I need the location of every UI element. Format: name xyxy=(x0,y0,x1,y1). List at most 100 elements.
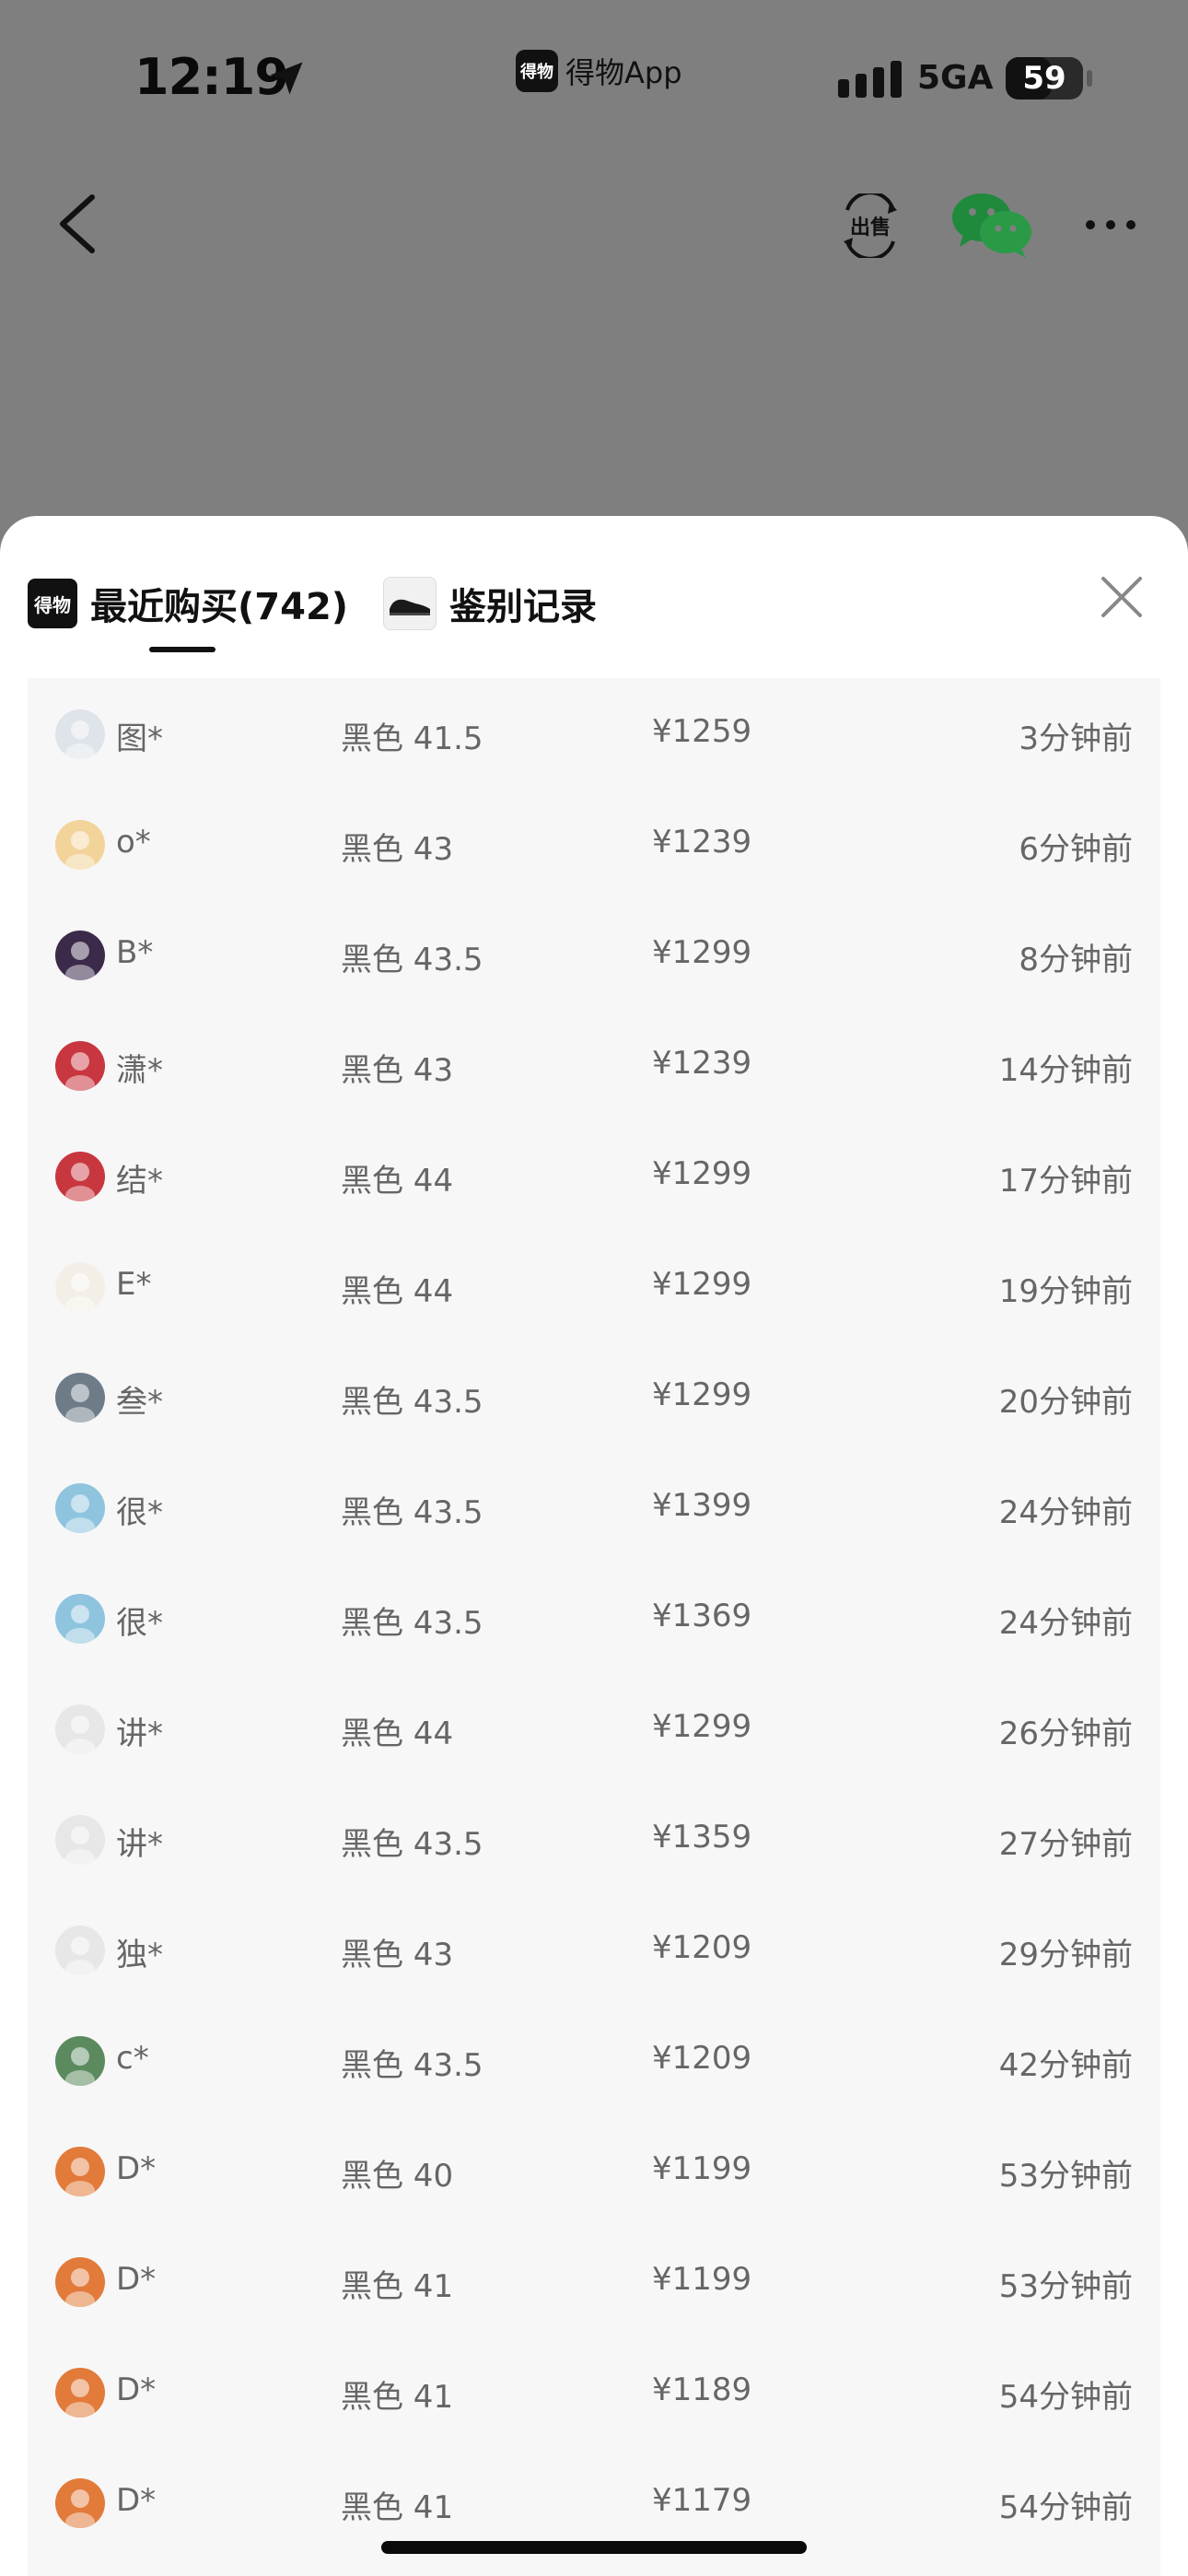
purchase-user: 图* xyxy=(116,720,163,757)
purchase-spec: 黑色 40 xyxy=(341,2158,454,2195)
user-avatar xyxy=(55,1926,105,1975)
sheet-tabs: 得物 最近购买(742) 鉴别记录 xyxy=(0,516,1188,678)
purchase-user: 很* xyxy=(116,1494,163,1531)
user-avatar xyxy=(55,1815,105,1865)
avatar-graphic xyxy=(55,820,105,870)
avatar-graphic xyxy=(55,2368,105,2418)
purchase-price: ¥1299 xyxy=(652,934,752,971)
purchase-price: ¥1199 xyxy=(652,2261,752,2298)
purchase-price: ¥1239 xyxy=(652,824,752,861)
purchase-row: 很* 黑色 43.5 ¥1369 24分钟前 xyxy=(28,1563,1160,1673)
user-avatar xyxy=(55,1373,105,1423)
purchase-time: 27分钟前 xyxy=(998,1826,1133,1863)
recent-purchases-sheet: 得物 最近购买(742) 鉴别记录 图* 黑色 41.5 ¥1259 3分钟前 o* 黑色… xyxy=(0,516,1188,2576)
location-arrow-icon xyxy=(270,62,303,95)
home-indicator[interactable] xyxy=(381,2541,807,2554)
purchase-time: 29分钟前 xyxy=(998,1937,1133,1973)
purchase-time: 54分钟前 xyxy=(998,2379,1133,2416)
purchase-spec: 黑色 41 xyxy=(341,2379,454,2416)
more-icon[interactable] xyxy=(1083,217,1138,232)
user-avatar xyxy=(55,2036,105,2086)
user-avatar xyxy=(55,1483,105,1533)
purchase-row: D* 黑色 40 ¥1199 53分钟前 xyxy=(28,2115,1160,2226)
purchase-user: 结* xyxy=(116,1163,163,1200)
purchase-price: ¥1239 xyxy=(652,1045,752,1082)
purchase-spec: 黑色 44 xyxy=(341,1163,454,1200)
purchase-row: c* 黑色 43.5 ¥1209 42分钟前 xyxy=(28,2005,1160,2115)
purchase-price: ¥1399 xyxy=(652,1487,752,1524)
purchase-user: D* xyxy=(116,2150,157,2187)
user-avatar xyxy=(55,820,105,870)
shoe-thumbnail-icon xyxy=(383,577,437,630)
purchase-user: o* xyxy=(116,824,151,861)
purchase-row: E* 黑色 44 ¥1299 19分钟前 xyxy=(28,1231,1160,1341)
purchase-user: 潇* xyxy=(116,1052,163,1089)
purchase-row: 独* 黑色 43 ¥1209 29分钟前 xyxy=(28,1894,1160,2005)
purchase-row: D* 黑色 41 ¥1199 53分钟前 xyxy=(28,2226,1160,2336)
purchase-price: ¥1299 xyxy=(652,1708,752,1745)
purchase-row: 图* 黑色 41.5 ¥1259 3分钟前 xyxy=(28,678,1160,789)
purchase-time: 3分钟前 xyxy=(1019,720,1133,757)
purchase-spec: 黑色 43.5 xyxy=(341,1826,483,1863)
purchase-time: 19分钟前 xyxy=(998,1273,1133,1310)
purchase-time: 24分钟前 xyxy=(998,1605,1133,1642)
purchase-spec: 黑色 41.5 xyxy=(341,720,483,757)
purchase-time: 53分钟前 xyxy=(998,2158,1133,2195)
avatar-graphic xyxy=(55,2478,105,2528)
sell-icon[interactable]: 出售 xyxy=(838,191,903,261)
purchase-row: 讲* 黑色 44 ¥1299 26分钟前 xyxy=(28,1673,1160,1784)
tab-recent-purchases[interactable]: 得物 最近购买(742) xyxy=(28,571,348,636)
purchase-price: ¥1209 xyxy=(652,1929,752,1966)
network-type: 5GA xyxy=(917,59,994,97)
purchase-price: ¥1369 xyxy=(652,1598,752,1634)
user-avatar xyxy=(55,2368,105,2418)
purchase-price: ¥1299 xyxy=(652,1266,752,1303)
avatar-graphic xyxy=(55,1041,105,1091)
purchase-spec: 黑色 43.5 xyxy=(341,942,483,978)
purchase-price: ¥1259 xyxy=(652,713,752,750)
tab-authentication-records[interactable]: 鉴别记录 xyxy=(383,571,597,636)
sell-icon-graphic: 出售 xyxy=(844,191,897,261)
purchase-user: E* xyxy=(116,1266,152,1303)
purchase-row: D* 黑色 41 ¥1189 54分钟前 xyxy=(28,2336,1160,2447)
shoe-graphic xyxy=(390,599,430,615)
dewu-app-logo: 得物 xyxy=(516,50,558,92)
purchase-user: D* xyxy=(116,2371,157,2408)
purchase-user: D* xyxy=(116,2261,157,2298)
back-to-app-pill[interactable]: 得物 得物App xyxy=(516,48,682,94)
wechat-icon[interactable] xyxy=(950,190,1033,260)
purchase-price: ¥1359 xyxy=(652,1819,752,1856)
status-bar: 12:19 得物 得物App 5GA 59 xyxy=(0,0,1188,157)
user-avatar xyxy=(55,1152,105,1201)
avatar-graphic xyxy=(55,1926,105,1975)
avatar-graphic xyxy=(55,2147,105,2196)
user-avatar xyxy=(55,1704,105,1754)
battery-icon: 59 xyxy=(1006,57,1083,100)
purchase-row: B* 黑色 43.5 ¥1299 8分钟前 xyxy=(28,899,1160,1010)
avatar-graphic xyxy=(55,1152,105,1201)
purchase-price: ¥1209 xyxy=(652,2040,752,2077)
purchase-row: 很* 黑色 43.5 ¥1399 24分钟前 xyxy=(28,1452,1160,1563)
purchase-row: 叁* 黑色 43.5 ¥1299 20分钟前 xyxy=(28,1341,1160,1452)
avatar-graphic xyxy=(55,1594,105,1644)
avatar-graphic xyxy=(55,2257,105,2307)
purchase-spec: 黑色 41 xyxy=(341,2268,454,2305)
purchase-row: o* 黑色 43 ¥1239 6分钟前 xyxy=(28,789,1160,899)
battery-cap xyxy=(1087,70,1092,87)
back-icon[interactable] xyxy=(55,192,99,256)
purchase-user: c* xyxy=(116,2040,149,2077)
purchase-time: 20分钟前 xyxy=(998,1384,1133,1421)
tab-authentication-records-label: 鉴别记录 xyxy=(449,586,597,628)
purchase-spec: 黑色 43.5 xyxy=(341,1384,483,1421)
purchase-time: 8分钟前 xyxy=(1019,942,1133,978)
purchase-row: 讲* 黑色 43.5 ¥1359 27分钟前 xyxy=(28,1784,1160,1894)
user-avatar xyxy=(55,2147,105,2196)
user-avatar xyxy=(55,1262,105,1312)
purchase-user: 叁* xyxy=(116,1384,163,1421)
purchase-spec: 黑色 44 xyxy=(341,1715,454,1752)
user-avatar xyxy=(55,1594,105,1644)
purchase-list: 图* 黑色 41.5 ¥1259 3分钟前 o* 黑色 43 ¥1239 6分钟前 B* 黑色 4… xyxy=(28,678,1160,2576)
close-icon[interactable] xyxy=(1096,571,1147,623)
purchase-price: ¥1299 xyxy=(652,1376,752,1413)
purchase-time: 24分钟前 xyxy=(998,1494,1133,1531)
